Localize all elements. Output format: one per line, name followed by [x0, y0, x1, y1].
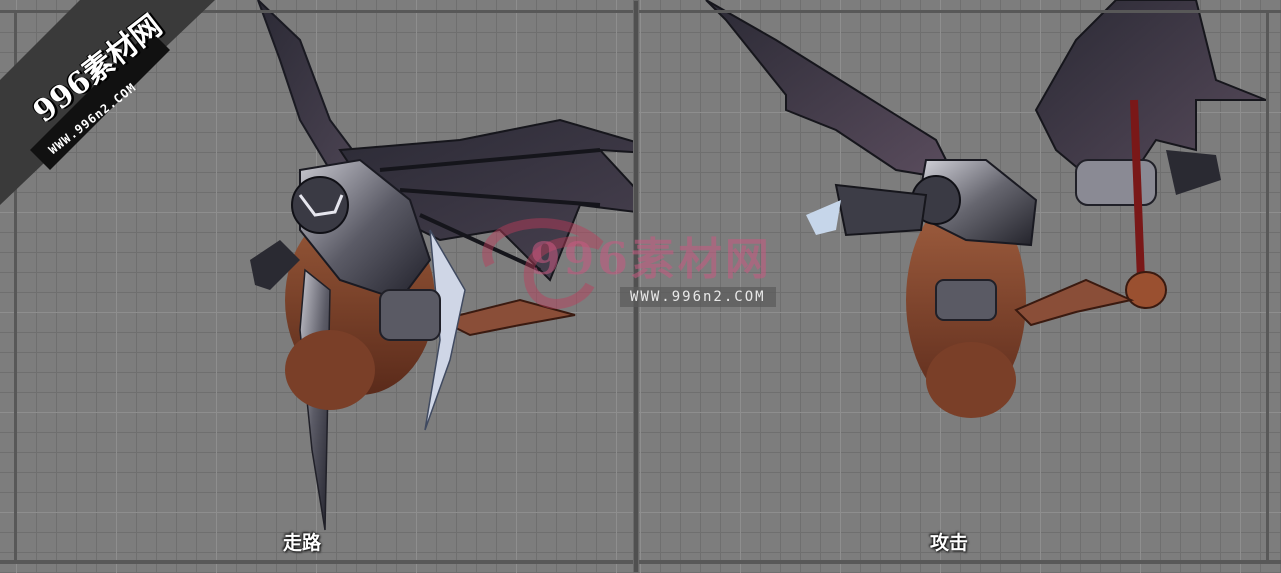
watermark-url: WWW.996n2.COM — [620, 287, 776, 307]
animation-label-walk: 走路 — [283, 532, 322, 554]
frame-left-border — [14, 10, 17, 564]
center-watermark: 996素材网 WWW.996n2.COM — [450, 205, 850, 325]
animation-label-attack: 攻击 — [930, 532, 969, 554]
frame-bottom-border — [0, 560, 1281, 564]
frame-top-border — [0, 10, 1281, 13]
watermark-text: 996素材网 — [530, 234, 772, 285]
frame-right-border — [1266, 10, 1269, 564]
